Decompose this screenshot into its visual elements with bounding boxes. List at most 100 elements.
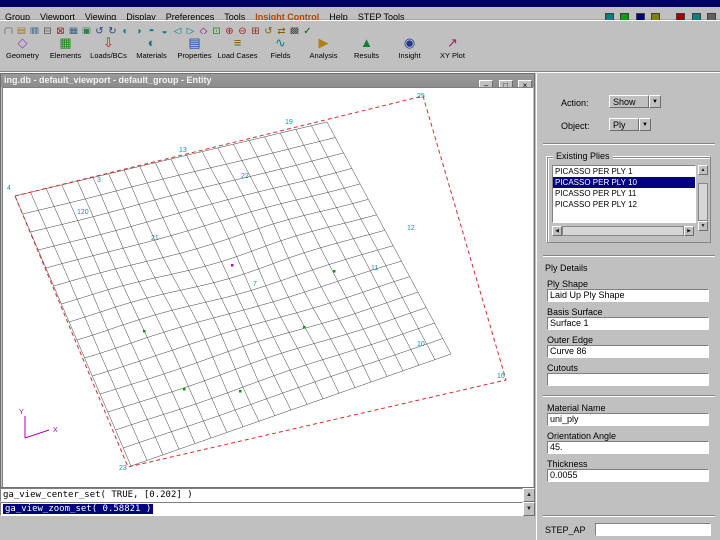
ply-list-item[interactable]: PICASSO PER PLY 12	[553, 199, 695, 210]
ply-list-item[interactable]: PICASSO PER PLY 11	[553, 188, 695, 199]
mesh-line	[77, 181, 196, 444]
scroll-left-icon[interactable]: ◀	[552, 226, 562, 236]
xy-plot-button[interactable]: ↗ XY Plot	[431, 34, 474, 69]
application-window: { "colors": { "selection": "#000080", "m…	[0, 0, 720, 540]
material-name-label: Material Name	[547, 403, 606, 413]
results-icon: ▲	[360, 35, 373, 50]
node-label: 16	[497, 373, 505, 380]
cutouts-field[interactable]	[547, 373, 709, 386]
fields-button[interactable]: ∿ Fields	[259, 34, 302, 69]
basis-surface-label: Basis Surface	[547, 307, 603, 317]
insight-button[interactable]: ◉ Insight	[388, 34, 431, 69]
materials-button[interactable]: ◐ Materials	[130, 34, 173, 69]
orientation-angle-label: Orientation Angle	[547, 431, 617, 441]
xy-plot-icon: ↗	[447, 35, 458, 50]
elements-icon: ▦	[59, 35, 72, 50]
plies-list[interactable]: PICASSO PER PLY 1 PICASSO PER PLY 10 PICAS…	[552, 165, 696, 223]
plies-hscrollbar[interactable]: ◀ ▶	[552, 226, 696, 236]
node-marker	[231, 264, 234, 267]
status-strip	[0, 516, 536, 540]
load-cases-button[interactable]: ≡ Load Cases	[216, 34, 259, 69]
scroll-track[interactable]	[562, 226, 684, 236]
control-panel: Action: Show ▼ Object: Ply ▼ PICASSO PER P…	[536, 73, 720, 540]
plies-vscrollbar[interactable]: ▲ ▼	[698, 165, 708, 231]
ply-details-heading: Ply Details	[545, 263, 588, 273]
chevron-down-icon[interactable]: ▼	[639, 118, 651, 131]
ply-list-item[interactable]: PICASSO PER PLY 1	[553, 166, 695, 177]
node-label: 22	[241, 173, 249, 180]
mesh-line	[61, 184, 180, 450]
command-scrollbar[interactable]: ▲ ▼	[523, 488, 535, 516]
viewport-window: ing.db - default_viewport - default_grou…	[0, 73, 535, 488]
command-line-2[interactable]: ga_view_zoom_set( 0.58821 )	[0, 502, 523, 516]
existing-plies-legend: Existing Plies	[553, 151, 613, 161]
node-label: 3	[97, 177, 101, 184]
node-marker	[333, 270, 336, 273]
loads-bcs-button[interactable]: ⇩ Loads/BCs	[87, 34, 130, 69]
scroll-right-icon[interactable]: ▶	[684, 226, 694, 236]
action-dropdown[interactable]: Show ▼	[609, 95, 661, 110]
node-label: 23	[119, 465, 127, 472]
object-value[interactable]: Ply	[609, 118, 639, 131]
node-label: 11	[371, 265, 378, 272]
chevron-down-icon[interactable]: ▼	[649, 95, 661, 108]
scroll-up-icon[interactable]: ▲	[523, 488, 535, 502]
orientation-angle-field[interactable]: 45.	[547, 441, 709, 454]
triad-label: X	[53, 427, 58, 434]
xy-plot-label: XY Plot	[440, 51, 465, 60]
node-label: 4	[7, 185, 11, 192]
step-ap-field[interactable]	[595, 523, 711, 536]
analysis-label: Analysis	[309, 51, 338, 60]
command-line-1[interactable]: ga_view_center_set( TRUE, [0.202] )	[0, 488, 523, 502]
viewport-title: ing.db - default_viewport - default_grou…	[4, 75, 212, 85]
basis-surface-field[interactable]: Surface 1	[547, 317, 709, 330]
mesh-line	[279, 132, 404, 371]
scroll-down-icon[interactable]: ▼	[698, 221, 708, 231]
action-value[interactable]: Show	[609, 95, 649, 108]
ply-shape-field[interactable]: Laid Up Ply Shape	[547, 289, 709, 302]
viewport-title-bar[interactable]: ing.db - default_viewport - default_grou…	[1, 74, 534, 87]
scroll-up-icon[interactable]: ▲	[698, 165, 708, 175]
properties-button[interactable]: ▤ Properties	[173, 34, 216, 69]
outer-edge-field[interactable]: Curve 86	[547, 345, 709, 358]
node-label: 19	[285, 119, 293, 126]
results-button[interactable]: ▲ Results	[345, 34, 388, 69]
ply-list-item[interactable]: PICASSO PER PLY 10	[553, 177, 695, 188]
insight-icon: ◉	[403, 35, 416, 50]
loads-bcs-label: Loads/BCs	[90, 51, 127, 60]
step-ap-label: STEP_AP	[545, 525, 586, 535]
material-name-field[interactable]: uni_ply	[547, 413, 709, 426]
mesh-line	[30, 192, 148, 461]
analysis-button[interactable]: ▶ Analysis	[302, 34, 345, 69]
scroll-track[interactable]	[698, 183, 708, 221]
node-label: 120	[77, 209, 89, 216]
node-label: 21	[151, 235, 159, 242]
ply-boundary	[14, 95, 507, 468]
panel-separator	[543, 515, 715, 517]
scroll-down-icon[interactable]: ▼	[523, 502, 535, 516]
existing-plies-groupbox: PICASSO PER PLY 1 PICASSO PER PLY 10 PICAS…	[547, 157, 711, 243]
menu-bar: Group Viewport Viewing Display Preferences To…	[0, 7, 720, 22]
mesh-line	[92, 177, 212, 439]
triad-label: Y	[19, 409, 24, 416]
graphics-canvas[interactable]: 25 19 13 3 4 120 22 21 12 11 7 10 16 23 Y X	[2, 87, 533, 487]
mesh-line	[186, 155, 308, 405]
small-toolbar: ▢ ▤ ▥ ⊟ ⊠ ▦ ▣ ↺ ↻ ◐ ◑ ◓ ◒ ◁ ▷ ◇ ⊡ ⊕ ⊖ ⊞ ↺ ⇄ ▩ ✓	[0, 20, 720, 37]
mesh-line	[170, 158, 292, 411]
geometry-button[interactable]: ◇ Geometry	[1, 34, 44, 69]
elements-button[interactable]: ▦ Elements	[44, 34, 87, 69]
thickness-field[interactable]: 0.0055	[547, 469, 709, 482]
mesh-line	[139, 166, 260, 422]
mesh-line	[45, 188, 164, 455]
elements-label: Elements	[49, 51, 82, 60]
main-toolbar: ◇ Geometry ▦ Elements ⇩ Loads/BCs ◐ Materials ▤ P…	[0, 34, 720, 71]
node-marker	[143, 330, 146, 333]
top-title-bar	[0, 0, 720, 14]
triad-axis	[24, 429, 50, 439]
panel-separator	[543, 395, 715, 397]
object-dropdown[interactable]: Ply ▼	[609, 118, 651, 133]
node-label: 13	[179, 147, 187, 154]
mesh-svg: 25 19 13 3 4 120 22 21 12 11 7 10 16 23 Y X	[7, 93, 507, 472]
mesh-line	[326, 121, 452, 355]
mesh-line	[108, 173, 228, 433]
